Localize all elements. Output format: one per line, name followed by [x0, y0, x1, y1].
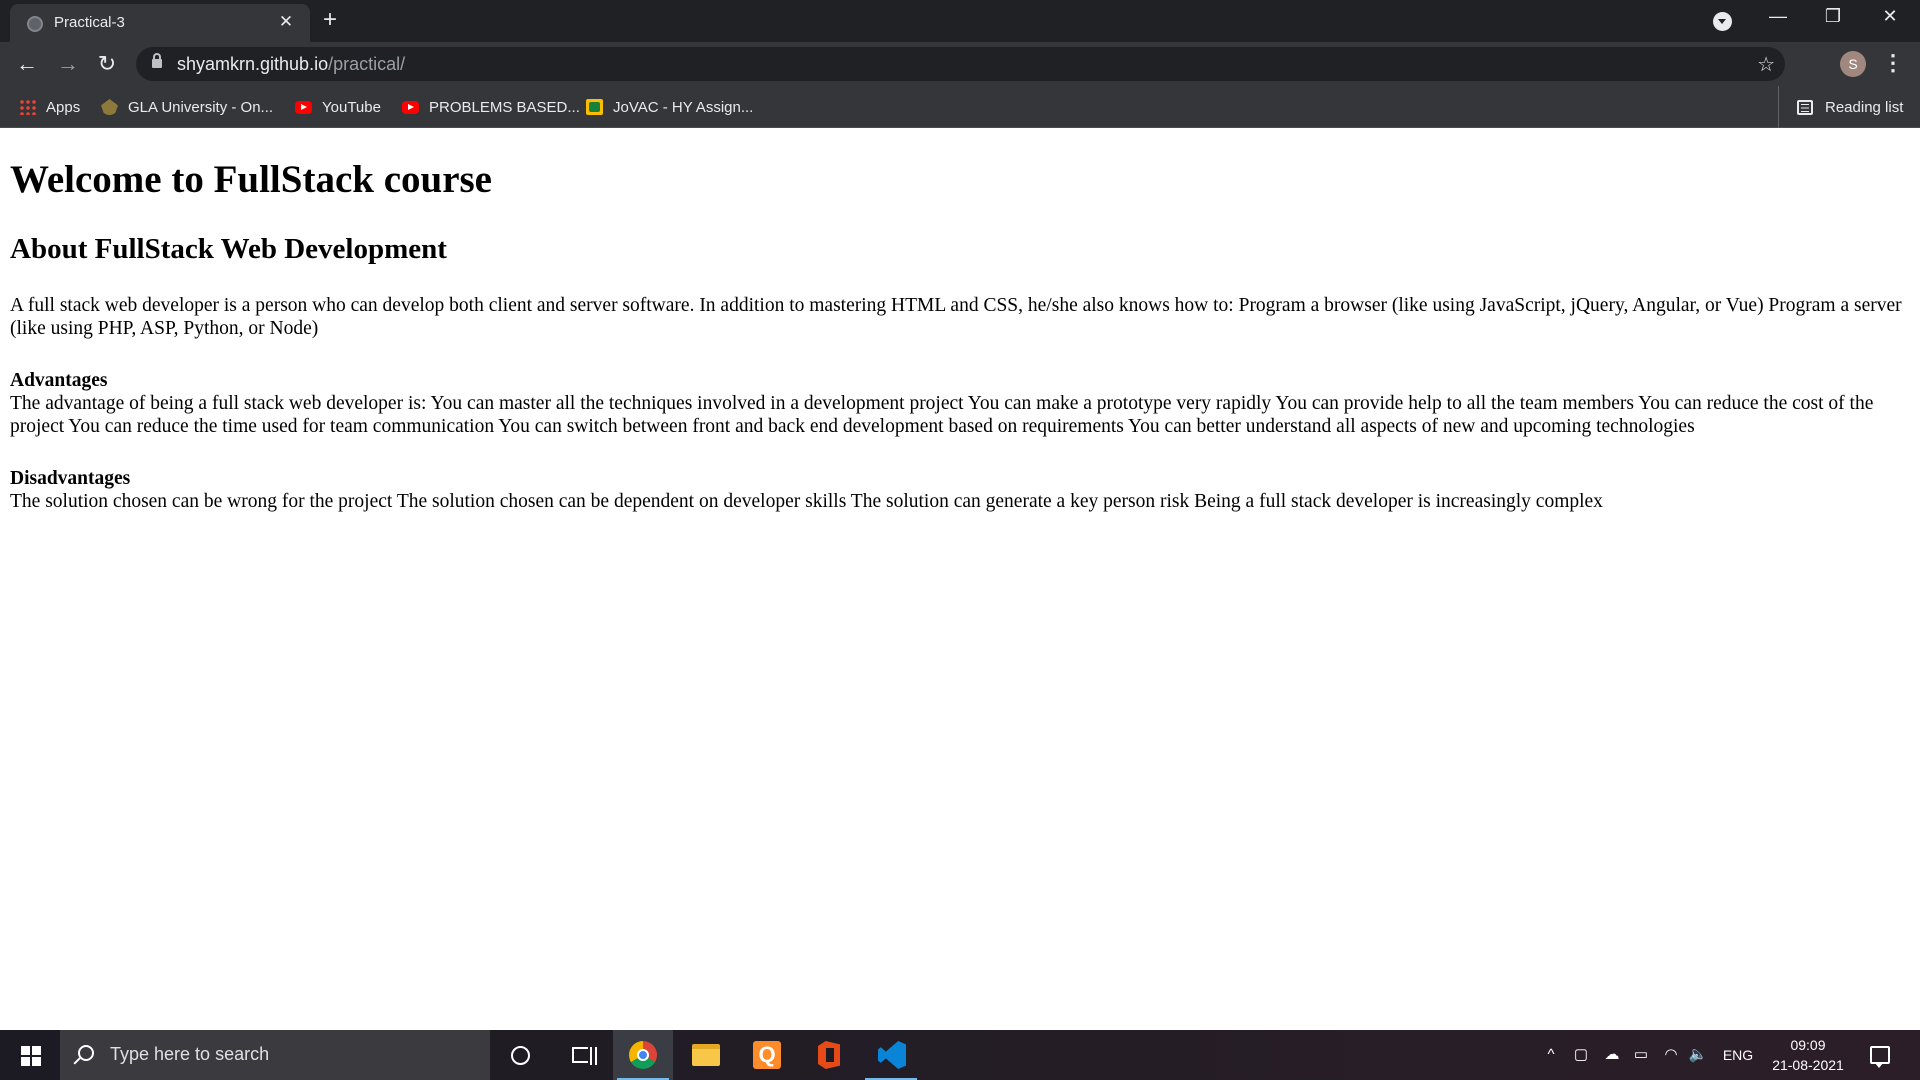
web-page: Welcome to FullStack course About FullSt…	[0, 128, 1920, 1030]
advantages-heading: Advantages	[10, 370, 108, 391]
taskbar-chrome[interactable]	[613, 1030, 673, 1080]
google-classroom-icon	[586, 99, 603, 115]
window-close-button[interactable]: ✕	[1875, 6, 1905, 27]
wifi-icon[interactable]: ◠	[1660, 1030, 1682, 1080]
bookmark-youtube[interactable]: YouTube	[295, 97, 381, 117]
search-icon	[78, 1045, 94, 1061]
volume-muted-icon[interactable]: 🔈	[1686, 1030, 1710, 1080]
taskbar-file-explorer[interactable]	[675, 1030, 735, 1080]
intro-paragraph: A full stack web developer is a person w…	[10, 295, 1902, 339]
forward-arrow-icon[interactable]: →	[55, 51, 81, 77]
page-title: Welcome to FullStack course	[10, 158, 492, 201]
start-button[interactable]	[0, 1030, 60, 1080]
taskbar-office[interactable]	[799, 1030, 859, 1080]
new-tab-button[interactable]: +	[323, 8, 337, 32]
clock-time: 09:09	[1790, 1037, 1826, 1053]
advantages-text: The advantage of being a full stack web …	[10, 393, 1874, 437]
bookmark-problems-based[interactable]: PROBLEMS BASED...	[402, 97, 580, 117]
minimize-button[interactable]: —	[1763, 6, 1793, 27]
task-view-button[interactable]	[550, 1030, 610, 1080]
taskbar-q-app[interactable]: Q	[737, 1030, 797, 1080]
youtube-icon	[402, 100, 419, 114]
bookmark-apps[interactable]: Apps	[19, 97, 80, 117]
onedrive-cloud-icon[interactable]: ☁	[1600, 1030, 1624, 1080]
url-text[interactable]: shyamkrn.github.io/practical/	[177, 54, 405, 75]
taskbar-clock[interactable]: 09:09 21-08-2021	[1758, 1035, 1858, 1075]
reading-list-icon	[1797, 99, 1813, 115]
bookmark-jovac[interactable]: JoVAC - HY Assign...	[586, 97, 753, 117]
tab-close-icon[interactable]: ✕	[276, 12, 296, 32]
q-app-icon: Q	[753, 1041, 781, 1069]
disadvantages-text: The solution chosen can be wrong for the…	[10, 491, 1603, 512]
bookmark-star-icon[interactable]: ☆	[1757, 52, 1775, 77]
browser-toolbar: ← → ↻ shyamkrn.github.io/practical/ ☆	[0, 42, 1920, 86]
notification-center-icon[interactable]	[1870, 1046, 1890, 1068]
cortana-circle-icon	[511, 1046, 530, 1065]
browser-menu-icon[interactable]: ⋮	[1882, 50, 1904, 76]
disadvantages-paragraph: Disadvantages The solution chosen can be…	[10, 467, 1910, 513]
bookmark-gla-university[interactable]: GLA University - On...	[101, 97, 273, 117]
file-explorer-icon	[692, 1044, 720, 1066]
restore-button[interactable]: ❐	[1818, 6, 1848, 27]
advantages-paragraph: Advantages The advantage of being a full…	[10, 369, 1910, 438]
clock-date: 21-08-2021	[1772, 1057, 1844, 1073]
cortana-button[interactable]	[490, 1030, 550, 1080]
taskbar-search-placeholder: Type here to search	[110, 1044, 270, 1064]
battery-icon[interactable]: ▭	[1630, 1030, 1652, 1080]
disadvantages-heading: Disadvantages	[10, 468, 131, 489]
gla-logo-icon	[101, 99, 118, 115]
lock-icon[interactable]	[152, 53, 162, 68]
section-heading: About FullStack Web Development	[10, 233, 447, 265]
page-favicon-icon	[27, 16, 43, 32]
tab-search-icon[interactable]	[1713, 12, 1732, 31]
browser-tab-active[interactable]: Practical-3 ✕	[10, 4, 310, 42]
chrome-icon	[629, 1041, 657, 1069]
back-arrow-icon[interactable]: ←	[14, 51, 40, 77]
language-indicator[interactable]: ENG	[1718, 1030, 1758, 1080]
profile-avatar[interactable]: S	[1840, 51, 1866, 77]
youtube-icon	[295, 100, 312, 114]
tab-strip: Practical-3 ✕ + — ❐ ✕	[0, 0, 1920, 42]
apps-grid-icon	[19, 99, 36, 115]
taskbar-vscode[interactable]	[861, 1030, 921, 1080]
meet-now-icon[interactable]: ▢	[1570, 1030, 1592, 1080]
windows-taskbar: Type here to search Q ^ ▢ ☁ ▭ ◠ 🔈 ENG 09…	[0, 1030, 1920, 1080]
reading-list-button[interactable]: Reading list	[1778, 86, 1903, 128]
taskbar-search-box[interactable]: Type here to search	[60, 1030, 490, 1080]
tab-title: Practical-3	[54, 14, 125, 31]
address-bar[interactable]: shyamkrn.github.io/practical/ ☆	[136, 47, 1785, 81]
bookmarks-bar: Apps GLA University - On... YouTube PROB…	[0, 86, 1920, 128]
vscode-icon	[878, 1041, 906, 1069]
show-hidden-icons-chevron-icon[interactable]: ^	[1540, 1030, 1562, 1080]
windows-logo-icon	[21, 1046, 41, 1066]
reload-icon[interactable]: ↻	[94, 51, 120, 77]
task-view-icon	[572, 1047, 597, 1065]
office-icon	[818, 1041, 840, 1069]
